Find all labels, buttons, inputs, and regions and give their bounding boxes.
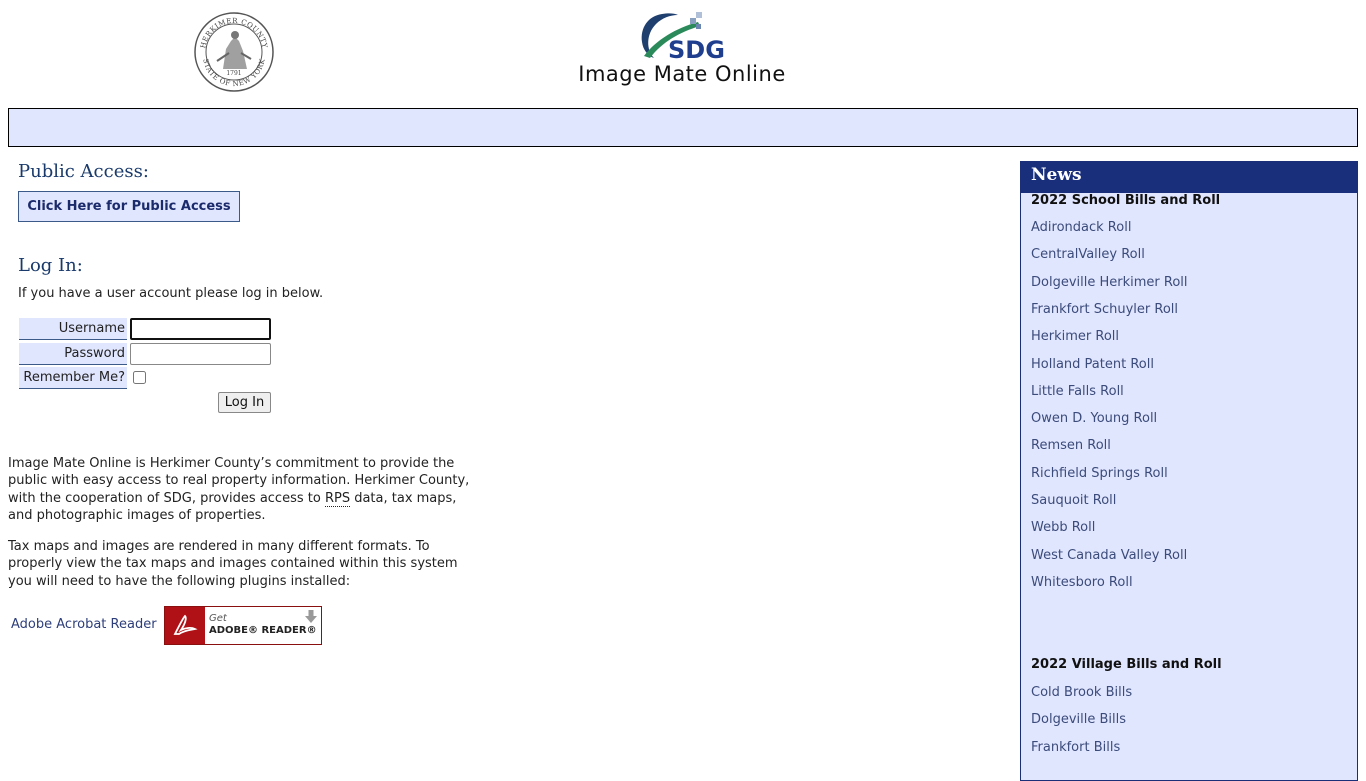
village-bills-heading: 2022 Village Bills and Roll	[1031, 657, 1222, 672]
school-roll-link[interactable]: Whitesboro Roll	[1031, 575, 1133, 590]
download-arrow-icon	[305, 610, 317, 623]
herkimer-county-seal: HERKIMER COUNTY STATE OF NEW YORK 1791	[194, 12, 274, 92]
public-access-title: Public Access:	[18, 161, 149, 182]
school-roll-link[interactable]: Adirondack Roll	[1031, 220, 1131, 235]
get-adobe-reader-badge[interactable]: Get ADOBE® READER®	[164, 606, 322, 645]
adobe-badge-product-text: ADOBE® READER®	[209, 625, 317, 636]
username-label: Username	[19, 318, 127, 340]
username-input[interactable]	[130, 318, 271, 340]
school-roll-link[interactable]: Webb Roll	[1031, 520, 1095, 535]
school-roll-link[interactable]: Dolgeville Herkimer Roll	[1031, 275, 1188, 290]
news-title: News	[1021, 162, 1357, 193]
password-input[interactable]	[130, 343, 271, 365]
village-bill-link[interactable]: Cold Brook Bills	[1031, 685, 1132, 700]
school-bills-heading: 2022 School Bills and Roll	[1031, 193, 1221, 208]
seal-year: 1791	[226, 70, 241, 77]
remember-me-label: Remember Me?	[19, 367, 127, 389]
school-roll-link[interactable]: West Canada Valley Roll	[1031, 548, 1187, 563]
plugins-paragraph: Tax maps and images are rendered in many…	[8, 539, 458, 589]
app-title: Image Mate Online	[578, 62, 786, 86]
login-button[interactable]: Log In	[218, 392, 271, 413]
news-panel: News 2022 School Bills and Roll Adironda…	[1020, 161, 1358, 781]
school-roll-link[interactable]: Little Falls Roll	[1031, 384, 1124, 399]
password-label: Password	[19, 343, 127, 365]
top-nav-bar	[8, 108, 1358, 147]
school-roll-link[interactable]: Remsen Roll	[1031, 438, 1111, 453]
rps-abbr: RPS	[324, 490, 351, 507]
adobe-acrobat-link[interactable]: Adobe Acrobat Reader	[11, 617, 157, 632]
school-roll-link[interactable]: Frankfort Schuyler Roll	[1031, 302, 1178, 317]
intro-paragraph: Image Mate Online is Herkimer County’s c…	[8, 456, 470, 523]
remember-me-checkbox[interactable]	[133, 371, 146, 384]
village-bill-link[interactable]: Dolgeville Bills	[1031, 712, 1126, 727]
sdg-logo: SDG	[641, 12, 725, 60]
login-title: Log In:	[18, 255, 83, 276]
login-help-text: If you have a user account please log in…	[18, 286, 324, 301]
sdg-logo-text: SDG	[668, 36, 725, 60]
public-access-button[interactable]: Click Here for Public Access	[18, 191, 240, 222]
school-roll-link[interactable]: Richfield Springs Roll	[1031, 466, 1168, 481]
school-roll-link[interactable]: Sauquoit Roll	[1031, 493, 1116, 508]
school-roll-link[interactable]: Herkimer Roll	[1031, 329, 1119, 344]
school-roll-link[interactable]: CentralValley Roll	[1031, 247, 1145, 262]
village-bill-link[interactable]: Frankfort Bills	[1031, 740, 1120, 755]
adobe-pdf-icon	[165, 607, 205, 644]
school-roll-link[interactable]: Holland Patent Roll	[1031, 357, 1154, 372]
school-roll-link[interactable]: Owen D. Young Roll	[1031, 411, 1157, 426]
